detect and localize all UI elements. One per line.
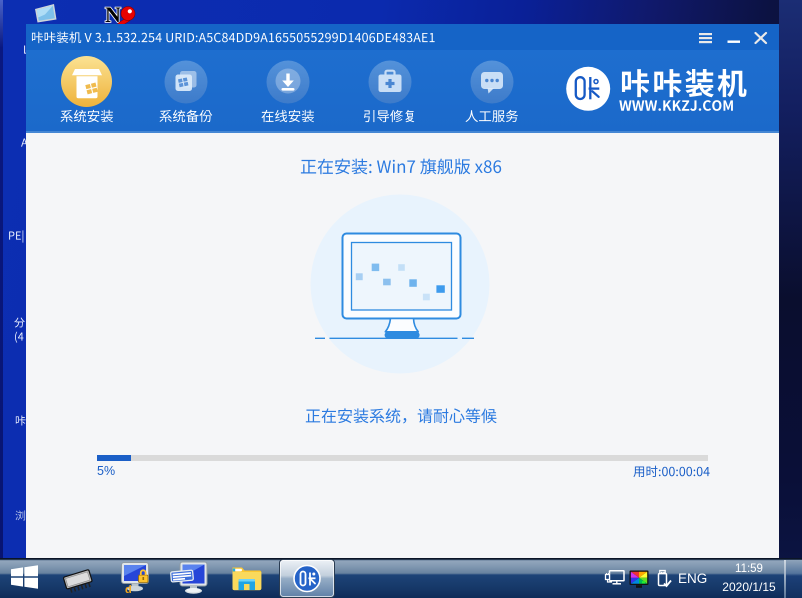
svg-text:d: d [125, 584, 132, 594]
